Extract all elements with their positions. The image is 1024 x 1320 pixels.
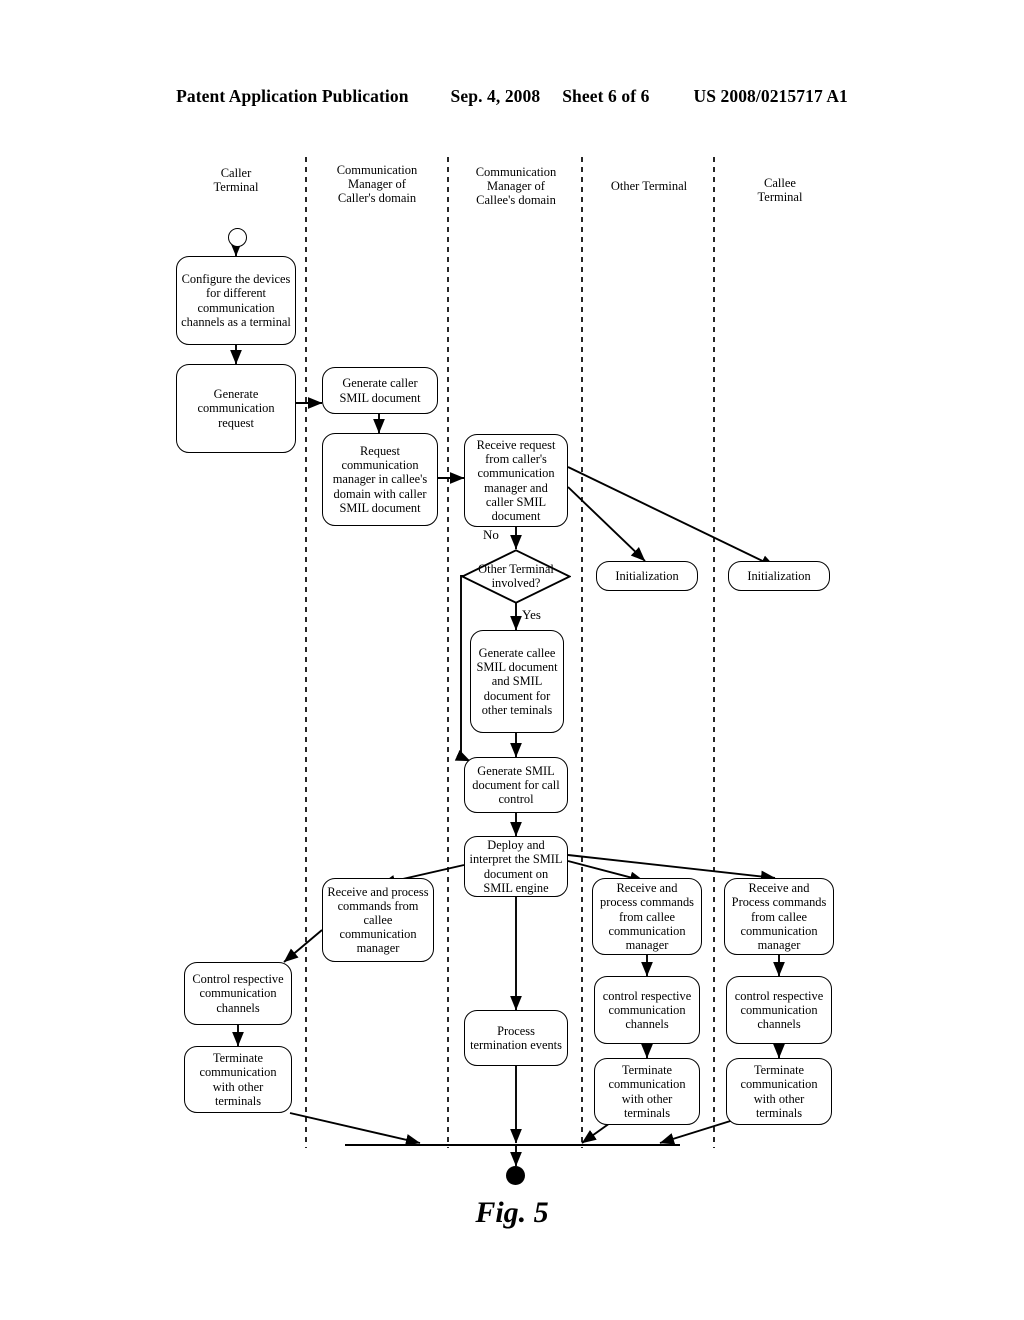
node-terminate-callee[interactable]: Terminate communication with other termi…: [726, 1058, 832, 1125]
node-control-channels-callee[interactable]: control respective communication channel…: [726, 976, 832, 1044]
node-generate-callee-smil[interactable]: Generate callee SMIL document and SMIL d…: [470, 630, 564, 733]
edge-label-yes: Yes: [522, 607, 541, 622]
figure-caption: Fig. 5: [475, 1196, 549, 1229]
node-control-channels-caller[interactable]: Control respective communication channel…: [184, 962, 292, 1025]
node-generate-caller-smil[interactable]: Generate caller SMIL document: [322, 367, 438, 414]
node-receive-process-callee[interactable]: Receive and Process commands from callee…: [724, 878, 834, 955]
edge-label-no: No: [483, 527, 499, 542]
node-process-termination[interactable]: Process termination events: [464, 1010, 568, 1066]
node-other-terminal-involved[interactable]: Other Terminal involved?: [461, 549, 571, 604]
node-request-cm-callee-domain[interactable]: Request communication manager in callee'…: [322, 433, 438, 526]
node-receive-process-caller[interactable]: Receive and process commands from callee…: [322, 878, 434, 962]
node-init-other-terminal[interactable]: Initialization: [596, 561, 698, 591]
node-configure-devices[interactable]: Configure the devices for different comm…: [176, 256, 296, 345]
node-generate-callcontrol-smil[interactable]: Generate SMIL document for call control: [464, 757, 568, 813]
start-node: [228, 228, 247, 247]
node-init-callee-terminal[interactable]: Initialization: [728, 561, 830, 591]
node-receive-request[interactable]: Receive request from caller's communicat…: [464, 434, 568, 527]
node-terminate-caller[interactable]: Terminate communication with other termi…: [184, 1046, 292, 1113]
node-control-channels-other[interactable]: control respective communication channel…: [594, 976, 700, 1044]
node-terminate-other[interactable]: Terminate communication with other termi…: [594, 1058, 700, 1125]
node-generate-comm-request[interactable]: Generate communication request: [176, 364, 296, 453]
end-node: [506, 1166, 525, 1185]
node-deploy-interpret-smil[interactable]: Deploy and interpret the SMIL document o…: [464, 836, 568, 897]
node-receive-process-other[interactable]: Receive and process commands from callee…: [592, 878, 702, 955]
